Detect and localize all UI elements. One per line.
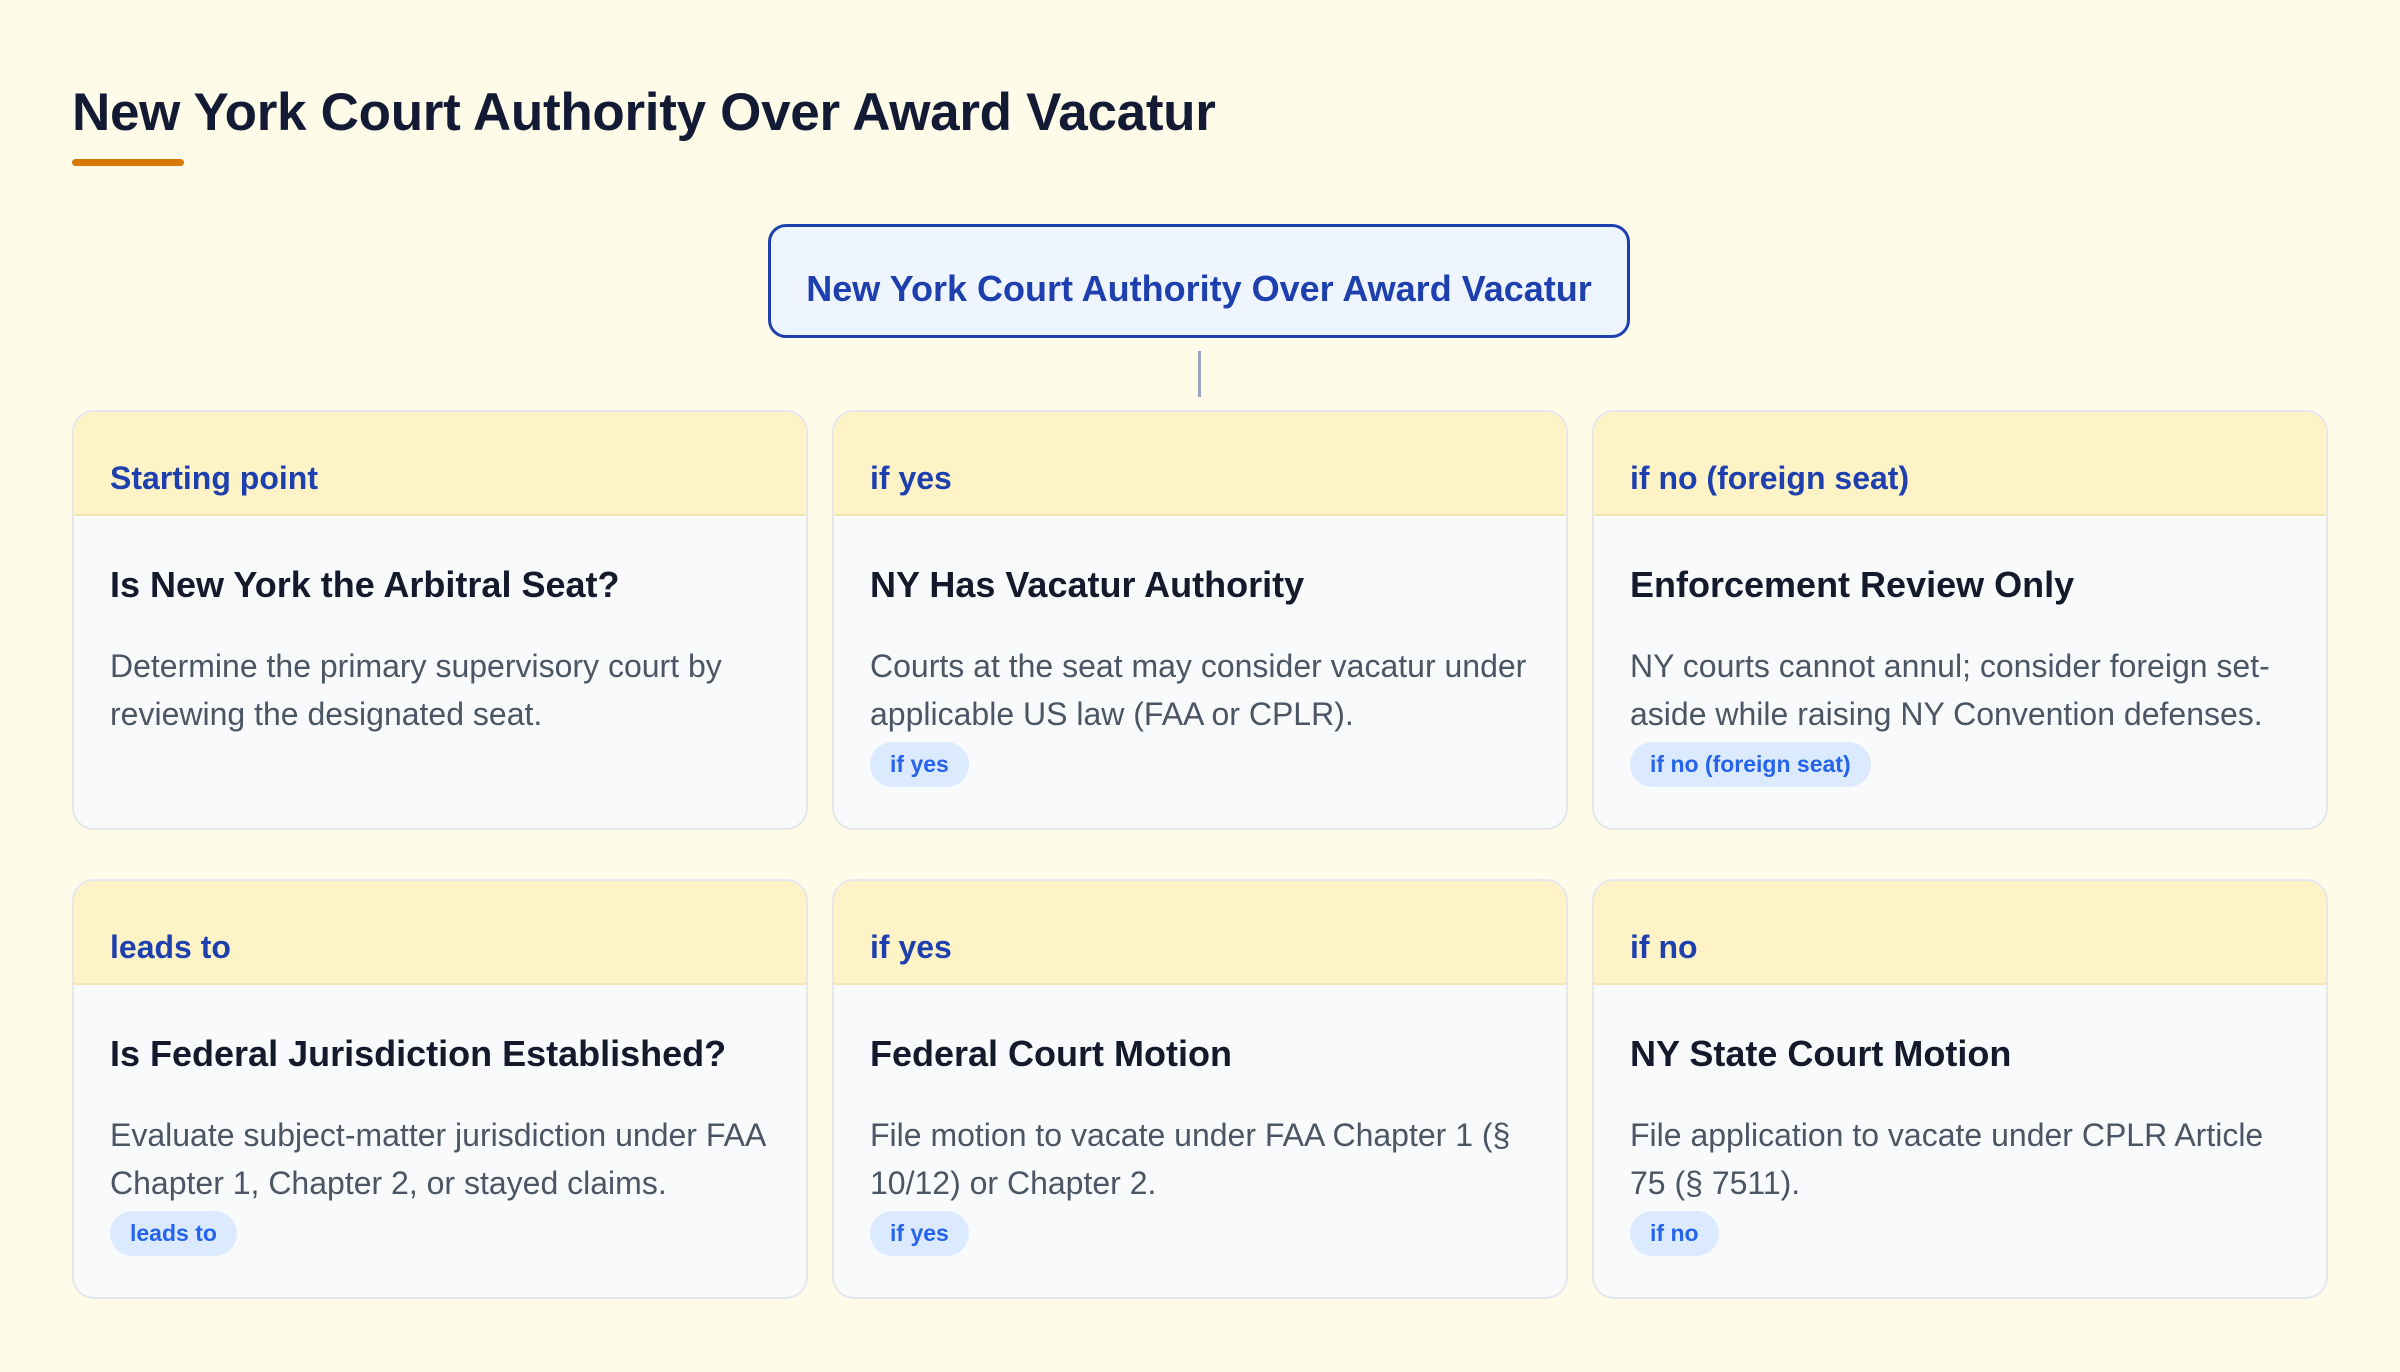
edge-tag: if no xyxy=(1630,1211,1719,1256)
card-header-label: if no xyxy=(1630,929,1698,965)
edge-tag: leads to xyxy=(110,1211,237,1256)
card-enforcement-review: if no (foreign seat) Enforcement Review … xyxy=(1592,410,2328,830)
root-connector xyxy=(1198,351,1201,397)
card-header-label: if yes xyxy=(870,460,952,496)
page-title: New York Court Authority Over Award Vaca… xyxy=(72,83,1216,142)
card-header: leads to xyxy=(74,881,806,985)
card-header: if no xyxy=(1594,881,2326,985)
card-federal-jurisdiction: leads to Is Federal Jurisdiction Establi… xyxy=(72,879,808,1299)
card-description: Courts at the seat may consider vacatur … xyxy=(870,648,1527,732)
card-header: if no (foreign seat) xyxy=(1594,412,2326,516)
edge-tag: if yes xyxy=(870,742,969,787)
card-arbitral-seat: Starting point Is New York the Arbitral … xyxy=(72,410,808,830)
card-title: NY State Court Motion xyxy=(1630,1033,2012,1074)
card-federal-court-motion: if yes Federal Court Motion File motion … xyxy=(832,879,1568,1299)
card-header-label: if no (foreign seat) xyxy=(1630,460,1910,496)
card-title: Is New York the Arbitral Seat? xyxy=(110,564,620,605)
root-node: New York Court Authority Over Award Vaca… xyxy=(768,224,1630,338)
card-description: Evaluate subject-matter jurisdiction und… xyxy=(110,1117,765,1201)
card-description: File motion to vacate under FAA Chapter … xyxy=(870,1117,1511,1201)
card-header-label: Starting point xyxy=(110,460,318,496)
card-ny-vacatur-authority: if yes NY Has Vacatur Authority Courts a… xyxy=(832,410,1568,830)
card-header-label: if yes xyxy=(870,929,952,965)
card-title: Federal Court Motion xyxy=(870,1033,1232,1074)
card-body: Is Federal Jurisdiction Established? Eva… xyxy=(74,985,806,1256)
card-body: NY State Court Motion File application t… xyxy=(1594,985,2326,1256)
card-body: Enforcement Review Only NY courts cannot… xyxy=(1594,516,2326,787)
card-description: File application to vacate under CPLR Ar… xyxy=(1630,1117,2264,1201)
card-title: Enforcement Review Only xyxy=(1630,564,2075,605)
card-header: Starting point xyxy=(74,412,806,516)
card-title: NY Has Vacatur Authority xyxy=(870,564,1305,605)
card-body: Is New York the Arbitral Seat? Determine… xyxy=(74,516,806,738)
card-header: if yes xyxy=(834,412,1566,516)
card-title: Is Federal Jurisdiction Established? xyxy=(110,1033,727,1074)
card-body: Federal Court Motion File motion to vaca… xyxy=(834,985,1566,1256)
title-underline xyxy=(72,159,184,166)
root-node-label: New York Court Authority Over Award Vaca… xyxy=(806,268,1592,309)
card-header-label: leads to xyxy=(110,929,231,965)
card-header: if yes xyxy=(834,881,1566,985)
card-description: Determine the primary supervisory court … xyxy=(110,648,722,732)
edge-tag: if yes xyxy=(870,1211,969,1256)
card-ny-state-court-motion: if no NY State Court Motion File applica… xyxy=(1592,879,2328,1299)
card-body: NY Has Vacatur Authority Courts at the s… xyxy=(834,516,1566,787)
card-description: NY courts cannot annul; consider foreign… xyxy=(1630,648,2270,732)
edge-tag: if no (foreign seat) xyxy=(1630,742,1871,787)
